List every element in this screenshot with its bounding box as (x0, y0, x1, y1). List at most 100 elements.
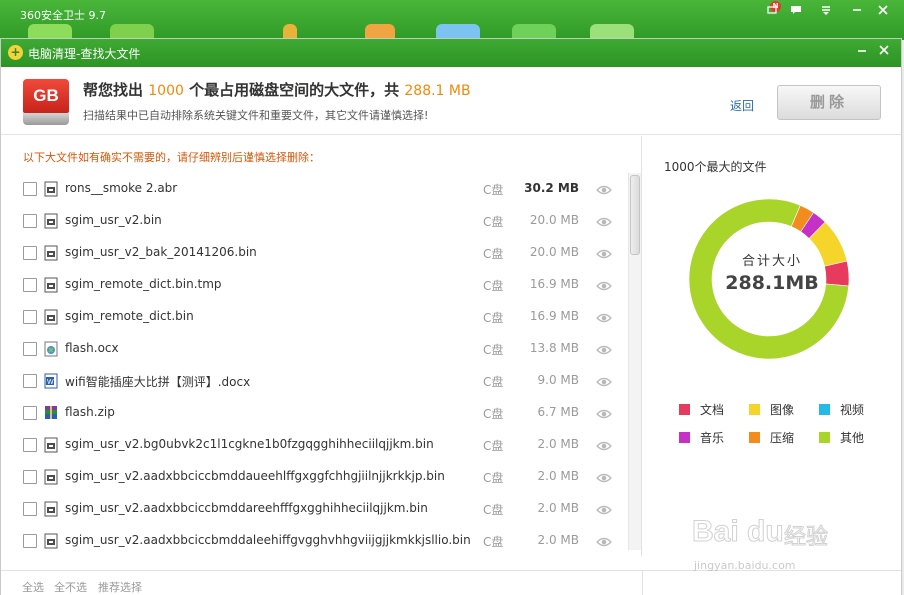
donut-center-label: 合计大小 (741, 254, 802, 269)
file-row[interactable]: sgim_remote_dict.bin C盘 16.9 MB (1, 301, 628, 333)
dialog-minimize-icon[interactable] (853, 43, 871, 61)
scrollbar-thumb[interactable] (630, 175, 640, 255)
preview-eye-icon[interactable] (596, 184, 612, 195)
file-name: sgim_remote_dict.bin.tmp (65, 277, 222, 291)
preview-eye-icon[interactable] (596, 216, 612, 227)
file-row[interactable]: sgim_usr_v2.aadxbbciccbmddaleehiffgvgghv… (1, 525, 628, 557)
preview-eye-icon[interactable] (596, 472, 612, 483)
file-icon (44, 277, 58, 293)
preview-eye-icon[interactable] (596, 248, 612, 259)
360-logo-icon: + (8, 45, 23, 60)
summary-title: 1000个最大的文件 (664, 160, 767, 174)
headline-middle: 个最占用磁盘空间的大文件，共 (189, 81, 400, 99)
file-icon (44, 213, 58, 229)
baidu-jingyan-watermark: Bai du 经验 jingyan.baidu.com (692, 515, 862, 585)
file-size: 2.0 MB (537, 533, 579, 547)
file-size: 2.0 MB (537, 437, 579, 451)
close-icon[interactable] (874, 4, 892, 18)
file-checkbox[interactable] (23, 310, 37, 324)
file-icon (44, 469, 58, 485)
preview-eye-icon[interactable] (596, 344, 612, 355)
file-checkbox[interactable] (23, 374, 37, 388)
app-window-header: 360安全卫士 9.7 N (0, 0, 904, 40)
file-list-panel: 以下大文件如有确实不需要的，请仔细辨别后谨慎选择删除： rons__smoke … (1, 136, 642, 556)
file-icon (44, 245, 58, 261)
file-row[interactable]: rons__smoke 2.abr C盘 30.2 MB (1, 173, 628, 205)
legend-item: 文档 (679, 401, 724, 418)
preview-eye-icon[interactable] (596, 376, 612, 387)
file-checkbox[interactable] (23, 182, 37, 196)
legend-swatch (749, 404, 760, 415)
file-checkbox[interactable] (23, 342, 37, 356)
watermark-brand: Bai du (692, 515, 785, 549)
file-icon (44, 501, 58, 517)
back-link[interactable]: 返回 (730, 97, 754, 114)
file-checkbox[interactable] (23, 246, 37, 260)
file-row[interactable]: flash.ocx C盘 13.8 MB (1, 333, 628, 365)
preview-eye-icon[interactable] (596, 440, 612, 451)
legend-swatch (819, 432, 830, 443)
ocx-file-icon (44, 341, 58, 357)
minimize-icon[interactable] (848, 4, 866, 18)
file-size: 13.8 MB (529, 341, 579, 355)
warning-notice: 以下大文件如有确实不需要的，请仔细辨别后谨慎选择删除： (23, 151, 320, 164)
preview-eye-icon[interactable] (596, 312, 612, 323)
select-all-link[interactable]: 全选 (22, 579, 44, 595)
file-size: 30.2 MB (524, 181, 579, 195)
word-file-icon: W (44, 373, 58, 389)
file-name: flash.zip (65, 405, 115, 419)
preview-eye-icon[interactable] (596, 504, 612, 515)
file-row[interactable]: sgim_usr_v2.aadxbbciccbmddareehfffgxgghi… (1, 493, 628, 525)
headline-prefix: 帮您找出 (83, 81, 144, 99)
file-count: 1000 (148, 83, 184, 99)
large-file-icon: GB (23, 79, 69, 125)
preview-eye-icon[interactable] (596, 408, 612, 419)
gb-icon-label: GB (23, 79, 69, 113)
find-large-files-dialog: + 电脑清理-查找大文件 GB 帮您找出 1000 个最占用磁盘空间的大文件，共… (0, 38, 902, 595)
zip-file-icon (44, 405, 58, 421)
feedback-icon[interactable] (787, 4, 805, 18)
file-row[interactable]: sgim_usr_v2.aadxbbciccbmddaueehlffgxggfc… (1, 461, 628, 493)
file-checkbox[interactable] (23, 534, 37, 548)
recommended-select-link[interactable]: 推荐选择 (98, 579, 142, 595)
legend-item: 压缩 (749, 429, 794, 446)
legend-label: 音乐 (700, 431, 725, 445)
preview-eye-icon[interactable] (596, 280, 612, 291)
file-name: wifi智能插座大比拼【测评】.docx (65, 375, 251, 389)
delete-button[interactable]: 删除 (777, 85, 881, 120)
select-none-link[interactable]: 全不选 (54, 579, 87, 595)
file-row[interactable]: sgim_usr_v2.bin C盘 20.0 MB (1, 205, 628, 237)
legend-item: 其他 (819, 429, 864, 446)
file-name: sgim_usr_v2.aadxbbciccbmddaueehlffgxggfc… (65, 469, 445, 483)
file-checkbox[interactable] (23, 278, 37, 292)
file-row[interactable]: sgim_usr_v2.bg0ubvk2c1l1cgkne1b0fzgqgghi… (1, 429, 628, 461)
file-checkbox[interactable] (23, 470, 37, 484)
dialog-close-icon[interactable] (875, 43, 893, 61)
file-row[interactable]: Wwifi智能插座大比拼【测评】.docx C盘 9.0 MB (1, 365, 628, 397)
file-name: sgim_usr_v2.bg0ubvk2c1l1cgkne1b0fzgqgghi… (65, 437, 434, 451)
file-name: sgim_usr_v2.aadxbbciccbmddaleehiffgvgghv… (65, 533, 471, 547)
legend-swatch (819, 404, 830, 415)
dialog-header: GB 帮您找出 1000 个最占用磁盘空间的大文件，共 288.1 MB 扫描结… (1, 67, 901, 135)
menu-icon[interactable] (817, 4, 835, 18)
preview-eye-icon[interactable] (596, 536, 612, 547)
result-headline: 帮您找出 1000 个最占用磁盘空间的大文件，共 288.1 MB (83, 79, 471, 100)
file-size: 9.0 MB (537, 373, 579, 387)
file-checkbox[interactable] (23, 214, 37, 228)
legend-label: 文档 (700, 403, 725, 417)
file-size: 6.7 MB (537, 405, 579, 419)
legend-item: 视频 (819, 401, 864, 418)
file-row[interactable]: sgim_usr_v2_bak_20141206.bin C盘 20.0 MB (1, 237, 628, 269)
file-list-scrollbar[interactable] (628, 173, 641, 550)
file-row[interactable]: flash.zip C盘 6.7 MB (1, 397, 628, 429)
file-checkbox[interactable] (23, 502, 37, 516)
file-checkbox[interactable] (23, 438, 37, 452)
summary-panel: 1000个最大的文件 合计大小 288.1MB 文档 图像 视频 音乐 压缩 其他 (643, 136, 901, 556)
legend-item: 音乐 (679, 429, 724, 446)
file-row[interactable]: sgim_remote_dict.bin.tmp C盘 16.9 MB (1, 269, 628, 301)
file-name: sgim_usr_v2.aadxbbciccbmddareehfffgxgghi… (65, 501, 428, 515)
dialog-titlebar: + 电脑清理-查找大文件 (1, 39, 901, 67)
file-checkbox[interactable] (23, 406, 37, 420)
skin-icon[interactable] (763, 4, 781, 18)
file-name: sgim_remote_dict.bin (65, 309, 194, 323)
